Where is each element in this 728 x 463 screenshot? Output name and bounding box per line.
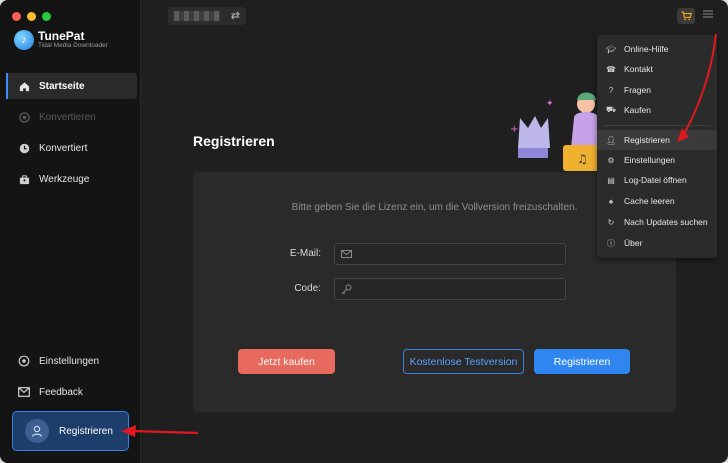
refresh-icon: ↻ [607, 217, 615, 227]
clock-icon [18, 142, 30, 154]
menu-item-label: Nach Updates suchen [624, 217, 708, 227]
broom-icon: ♠ [608, 196, 614, 206]
main-menu-dropdown: 🎓︎ Online-Hilfe ☎ Kontakt ? Fragen ⛟ Kau… [597, 35, 717, 258]
cart-icon: ⛟ [606, 105, 617, 114]
menu-item-kontakt[interactable]: ☎ Kontakt [597, 59, 717, 79]
svg-text:+: + [510, 124, 518, 135]
menu-item-log-datei[interactable]: ▤ Log-Datei öffnen [597, 170, 717, 190]
info-icon: ⓘ [607, 238, 615, 248]
sidebar-item-konvertieren: Konvertieren [6, 104, 137, 130]
svg-text:✦: ✦ [546, 99, 554, 109]
buy-now-button[interactable]: Jetzt kaufen [238, 349, 335, 374]
menu-item-ueber[interactable]: ⓘ Über [597, 233, 717, 253]
menu-item-label: Log-Datei öffnen [624, 175, 687, 185]
sidebar-item-label: Startseite [39, 80, 85, 92]
account-switcher[interactable]: ⇄ [168, 7, 246, 25]
gear-icon: ⚙ [607, 155, 615, 165]
sidebar-item-label: Einstellungen [39, 355, 100, 367]
menu-button[interactable] [703, 9, 713, 21]
menu-item-label: Über [624, 238, 643, 248]
question-icon: ? [608, 85, 614, 95]
code-field[interactable] [358, 283, 548, 295]
sidebar-register-label: Registrieren [59, 425, 113, 437]
minimize-window-button[interactable] [27, 12, 36, 21]
app-subtitle: Tidal Media Downloader [38, 42, 108, 49]
sidebar-item-label: Konvertieren [39, 111, 96, 123]
blurred-account-name [174, 11, 220, 21]
menu-item-online-hilfe[interactable]: 🎓︎ Online-Hilfe [597, 39, 717, 59]
key-icon [341, 284, 352, 294]
register-illustration: ♫ + ✦ [510, 92, 600, 171]
app-window: ♪ TunePat Tidal Media Downloader Startse… [0, 0, 728, 463]
menu-item-label: Cache leeren [624, 196, 675, 206]
user-avatar-icon [25, 419, 49, 443]
hamburger-icon [703, 10, 713, 18]
user-key-icon: 👤︎ [606, 135, 617, 145]
menu-item-updates[interactable]: ↻ Nach Updates suchen [597, 212, 717, 232]
code-label: Code: [294, 283, 321, 294]
cart-icon [681, 11, 692, 21]
home-icon [18, 80, 30, 92]
page-title: Registrieren [193, 133, 275, 149]
file-icon: ▤ [607, 175, 615, 185]
free-trial-button[interactable]: Kostenlose Testversion [403, 349, 524, 374]
sidebar-register-button[interactable]: Registrieren [12, 411, 129, 451]
app-name: TunePat [38, 29, 85, 43]
sidebar-item-startseite[interactable]: Startseite [6, 73, 137, 99]
menu-item-label: Einstellungen [624, 155, 676, 165]
phone-icon: ☎ [606, 64, 616, 74]
menu-item-label: Registrieren [624, 135, 670, 145]
swap-icon: ⇄ [230, 10, 240, 22]
graduation-cap-icon: 🎓︎ [606, 44, 617, 54]
sidebar-item-werkzeuge[interactable]: Werkzeuge [6, 166, 137, 192]
email-label: E-Mail: [289, 248, 321, 259]
code-field-box [334, 278, 566, 300]
gear-icon [18, 355, 30, 367]
menu-item-label: Fragen [624, 85, 651, 95]
menu-item-cache-leeren[interactable]: ♠ Cache leeren [597, 191, 717, 211]
menu-item-registrieren[interactable]: 👤︎ Registrieren [597, 130, 717, 150]
menu-divider [603, 125, 711, 126]
sidebar-item-label: Feedback [39, 386, 83, 398]
sidebar: ♪ TunePat Tidal Media Downloader Startse… [0, 0, 141, 463]
menu-item-label: Online-Hilfe [624, 44, 669, 54]
sidebar-item-einstellungen[interactable]: Einstellungen [6, 348, 137, 374]
sidebar-item-konvertiert[interactable]: Konvertiert [6, 135, 137, 161]
menu-item-label: Kontakt [624, 64, 653, 74]
convert-icon [18, 111, 30, 123]
toolbox-icon [18, 173, 30, 185]
menu-item-kaufen[interactable]: ⛟ Kaufen [597, 100, 717, 120]
cart-button[interactable] [677, 8, 695, 24]
svg-text:♫: ♫ [577, 152, 588, 166]
menu-item-label: Kaufen [624, 105, 651, 115]
zoom-window-button[interactable] [42, 12, 51, 21]
annotation-arrow-sidebar [131, 429, 199, 435]
sidebar-item-label: Werkzeuge [39, 173, 90, 185]
email-field[interactable] [358, 248, 548, 260]
envelope-icon [341, 250, 352, 258]
close-window-button[interactable] [12, 12, 21, 21]
sidebar-item-feedback[interactable]: Feedback [6, 379, 137, 405]
register-button[interactable]: Registrieren [534, 349, 630, 374]
menu-item-fragen[interactable]: ? Fragen [597, 80, 717, 100]
email-field-box [334, 243, 566, 265]
menu-item-einstellungen[interactable]: ⚙ Einstellungen [597, 150, 717, 170]
window-controls [12, 12, 51, 21]
mail-icon [18, 386, 30, 398]
sidebar-item-label: Konvertiert [39, 142, 88, 154]
app-logo-icon: ♪ [14, 30, 34, 50]
